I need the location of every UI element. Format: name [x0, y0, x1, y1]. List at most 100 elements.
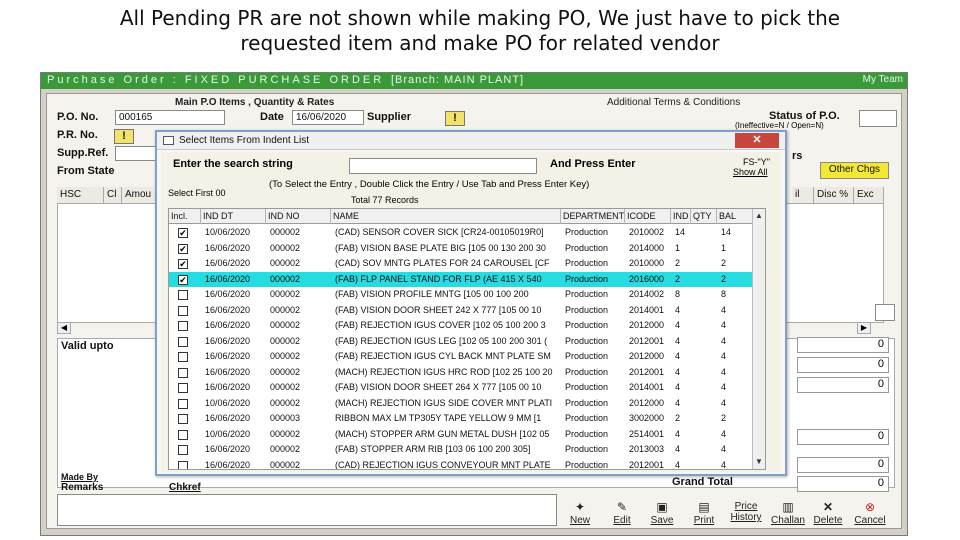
table-row[interactable]: 16/06/2020 000002 (FAB) REJECTION IGUS CYL…	[169, 349, 765, 365]
show-all-link[interactable]: Show All	[733, 167, 768, 177]
cell-ind-no: 000002	[270, 366, 301, 377]
include-checkbox[interactable]	[178, 352, 188, 362]
cell-icode: 2013003	[629, 444, 665, 454]
po-no-field[interactable]: 000165	[115, 110, 225, 125]
indent-list-table[interactable]: Incl. IND DT IND NO NAME DEPARTMENT ICOD…	[168, 208, 766, 470]
col-qty: QTY	[691, 209, 717, 224]
cell-icode: 2012000	[629, 320, 665, 330]
date-field[interactable]: 16/06/2020	[292, 110, 364, 125]
cell-name: (FAB) FLP PANEL STAND FOR FLP (AE 415 X …	[335, 273, 542, 284]
grid-scroll-left-icon[interactable]: ◀	[57, 322, 71, 334]
include-checkbox[interactable]	[178, 290, 188, 300]
value-box-4[interactable]: 0	[797, 429, 889, 445]
tab-additional-terms[interactable]: Additional Terms & Conditions	[607, 97, 740, 108]
grid-scroll-right-icon[interactable]: ▶	[857, 322, 871, 334]
cell-ind-dt: 10/06/2020	[205, 428, 251, 439]
cell-qty	[693, 380, 717, 396]
table-row[interactable]: 16/06/2020 000002 (FAB) VISION DOOR SHEET …	[169, 380, 765, 396]
scroll-up-icon[interactable]: ▲	[753, 210, 765, 222]
total-records-label: Total 77 Records	[351, 195, 419, 205]
cell-ind-no: 000002	[270, 258, 301, 268]
tab-main-po-items[interactable]: Main P.O Items , Quantity & Rates	[175, 97, 334, 108]
print-button[interactable]: ▤ Print	[685, 500, 723, 530]
save-button[interactable]: ▣ Save	[643, 500, 681, 530]
status-field[interactable]	[859, 110, 897, 127]
cell-ind-no: 000002	[270, 289, 301, 299]
table-row[interactable]: 10/06/2020 000002 (MACH) STOPPER ARM GUN M…	[169, 427, 765, 443]
edit-button[interactable]: ✎ Edit	[603, 500, 641, 530]
include-checkbox[interactable]	[178, 429, 188, 440]
price-history-button[interactable]: Price History	[725, 500, 767, 530]
include-checkbox[interactable]	[178, 305, 188, 316]
cancel-button[interactable]: ⊗ Cancel	[851, 500, 889, 530]
cell-name: RIBBON MAX LM TP305Y TAPE YELLOW 9 MM [1	[335, 413, 542, 423]
table-row[interactable]: 16/06/2020 000002 (MACH) REJECTION IGUS HR…	[169, 365, 765, 381]
table-scrollbar[interactable]: ▲ ▼	[752, 209, 765, 469]
chkref-label[interactable]: Chkref	[169, 482, 201, 493]
table-row[interactable]: 16/06/2020 000002 (FAB) STOPPER ARM RIB [1…	[169, 442, 765, 458]
table-header: Incl. IND DT IND NO NAME DEPARTMENT ICOD…	[169, 209, 765, 224]
value-box-3[interactable]: 0	[797, 377, 889, 393]
delete-button[interactable]: ✕ Delete	[809, 500, 847, 530]
dialog-close-button[interactable]: ✕	[735, 133, 779, 148]
cell-ind: 2	[675, 413, 681, 423]
pr-warning-button[interactable]: !	[114, 129, 134, 144]
include-checkbox[interactable]	[178, 414, 188, 424]
new-button[interactable]: ✦ New	[561, 500, 599, 530]
price-history-button-label: Price History	[730, 501, 762, 523]
table-row[interactable]: 16/06/2020 000002 (CAD) REJECTION IGUS CON…	[169, 458, 765, 469]
cell-name: (FAB) VISION BASE PLATE BIG [105 00 130 …	[335, 242, 546, 253]
include-checkbox[interactable]: ✔	[178, 259, 188, 269]
value-box-5[interactable]: 0	[797, 457, 889, 473]
cell-department: Production	[565, 382, 609, 392]
press-enter-label: And Press Enter	[550, 158, 636, 170]
grid-header-exc: Exc	[854, 187, 884, 203]
include-checkbox[interactable]	[178, 398, 188, 409]
include-checkbox[interactable]	[178, 383, 188, 393]
col-icode: ICODE	[625, 209, 671, 224]
scroll-down-icon[interactable]: ▼	[753, 456, 765, 468]
cell-icode: 2012000	[629, 351, 665, 361]
made-by-label: Made By	[61, 472, 99, 482]
cell-bal: 4	[721, 304, 727, 315]
value-box-2[interactable]: 0	[797, 357, 889, 373]
include-checkbox[interactable]	[178, 460, 188, 469]
cell-name: (FAB) REJECTION IGUS CYL BACK MNT PLATE …	[335, 351, 551, 361]
remarks-field[interactable]	[57, 494, 557, 526]
challan-button[interactable]: ▥ Challan	[769, 500, 807, 530]
include-checkbox[interactable]	[178, 367, 188, 378]
cell-department: Production	[565, 242, 609, 253]
table-row[interactable]: ✔ 16/06/2020 000002 (FAB) FLP PANEL STAND F…	[169, 271, 765, 287]
table-row[interactable]: 10/06/2020 000002 (MACH) REJECTION IGUS SI…	[169, 396, 765, 412]
cancel-button-label: Cancel	[854, 515, 886, 526]
other-charges-button[interactable]: Other Chgs	[820, 162, 889, 179]
include-checkbox[interactable]: ✔	[178, 274, 188, 285]
table-row[interactable]: 16/06/2020 000002 (FAB) REJECTION IGUS COV…	[169, 318, 765, 334]
value-box-1[interactable]: 0	[797, 337, 889, 353]
cell-department: Production	[565, 413, 609, 423]
include-checkbox[interactable]	[178, 445, 188, 455]
cell-bal: 4	[721, 397, 727, 408]
include-checkbox[interactable]: ✔	[178, 243, 188, 254]
supplier-label: Supplier	[367, 111, 412, 123]
include-checkbox[interactable]	[178, 336, 188, 347]
table-row[interactable]: ✔ 10/06/2020 000002 (CAD) SENSOR COVER SICK…	[169, 225, 765, 241]
status-value: (Ineffective=N / Open=N)	[735, 121, 824, 130]
supplier-warning-button[interactable]: !	[445, 111, 465, 126]
cell-ind: 4	[675, 366, 681, 377]
table-row[interactable]: ✔ 16/06/2020 000002 (FAB) VISION BASE PLATE…	[169, 241, 765, 257]
cell-ind-dt: 16/06/2020	[205, 444, 251, 454]
grid-side-field[interactable]	[875, 304, 895, 321]
table-row[interactable]: ✔ 16/06/2020 000002 (CAD) SOV MNTG PLATES F…	[169, 256, 765, 272]
col-ind-no: IND NO	[266, 209, 331, 224]
cell-ind-dt: 16/06/2020	[205, 289, 251, 299]
include-checkbox[interactable]	[178, 321, 188, 331]
table-row[interactable]: 16/06/2020 000002 (FAB) VISION PROFILE MNT…	[169, 287, 765, 303]
table-row[interactable]: 16/06/2020 000003 RIBBON MAX LM TP305Y TAP…	[169, 411, 765, 427]
table-row[interactable]: 16/06/2020 000002 (FAB) VISION DOOR SHEET …	[169, 303, 765, 319]
include-checkbox[interactable]: ✔	[178, 228, 188, 238]
table-row[interactable]: 16/06/2020 000002 (FAB) REJECTION IGUS LEG…	[169, 334, 765, 350]
cancel-icon: ⊗	[864, 500, 876, 514]
search-input[interactable]	[349, 158, 537, 174]
cell-ind-no: 000002	[270, 242, 301, 253]
